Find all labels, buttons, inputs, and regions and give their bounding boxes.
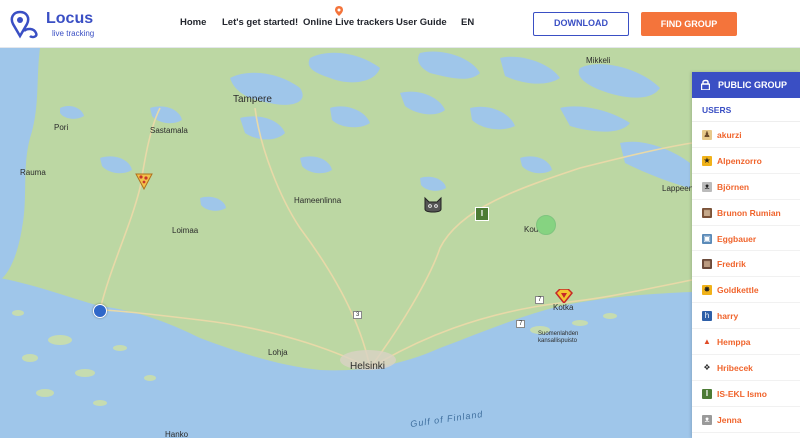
user-item[interactable]: ᴥ Björnen <box>692 174 800 200</box>
user-item[interactable]: ♟ akurzi <box>692 122 800 148</box>
superman-marker[interactable] <box>554 288 574 308</box>
person-icon: ♟ <box>702 130 712 140</box>
user-item[interactable]: ❖ Hribecek <box>692 355 800 381</box>
place-label: Hanko <box>165 430 189 438</box>
user-name: Brunon Rumian <box>717 207 781 218</box>
cat-icon: ᴥ <box>702 414 712 425</box>
user-item[interactable]: ▣ Eggbauer <box>692 226 800 252</box>
place-label: Sastamala <box>150 126 188 135</box>
photo-icon: ▦ <box>702 259 712 270</box>
pizza-icon <box>135 173 153 191</box>
nav-home[interactable]: Home <box>180 17 206 28</box>
download-button[interactable]: DOWNLOAD <box>533 12 629 36</box>
nav-get-started[interactable]: Let's get started! <box>222 17 298 28</box>
user-name: Jenna <box>717 414 742 425</box>
user-name: Eggbauer <box>717 233 757 244</box>
star-icon: ✸ <box>702 285 712 296</box>
user-name: Goldkettle <box>717 285 759 296</box>
mask-icon: ★ <box>702 155 712 166</box>
user-name: Hemppa <box>717 337 751 348</box>
find-group-button[interactable]: FIND GROUP <box>641 12 737 36</box>
letter-I-marker[interactable]: I <box>475 207 489 221</box>
badge-icon: h <box>702 311 712 322</box>
user-item[interactable]: h harry <box>692 303 800 330</box>
user-item[interactable]: I IS-EKL Ismo <box>692 381 800 407</box>
group-panel: PUBLIC GROUP USERS ♟ akurzi ★ Alpenzorro ᴥ… <box>692 72 800 438</box>
nav-online-live-trackers[interactable]: Online Live trackers <box>303 17 394 28</box>
tractor-icon: ▣ <box>702 233 712 244</box>
top-header: Locus live tracking Home Let's get start… <box>0 0 800 48</box>
logo-subtitle: live tracking <box>52 29 95 38</box>
user-item[interactable]: ▦ Fredrik <box>692 251 800 278</box>
map-view[interactable]: Tampere Pori Sastamala Rauma Hameenlinna… <box>0 48 800 438</box>
blue-dot-marker[interactable] <box>93 304 107 318</box>
user-name: akurzi <box>717 130 742 140</box>
user-list: ♟ akurzi ★ Alpenzorro ᴥ Björnen ▦ Brunon Rum… <box>692 122 800 433</box>
place-label: Lappeen <box>662 184 694 193</box>
user-name: harry <box>717 311 739 322</box>
panel-title: PUBLIC GROUP <box>718 80 788 90</box>
user-name: Björnen <box>717 181 750 192</box>
letter-I-icon: I <box>702 388 712 399</box>
nav-user-guide[interactable]: User Guide <box>396 17 447 28</box>
user-name: Hribecek <box>717 363 753 374</box>
bear-icon: ᴥ <box>702 181 712 192</box>
user-name: Alpenzorro <box>717 155 762 166</box>
route-shield: 7 <box>535 296 545 304</box>
route-shield: 7 <box>516 320 526 328</box>
user-item[interactable]: ★ Alpenzorro <box>692 148 800 174</box>
location-pin-icon <box>335 6 343 16</box>
place-label: Helsinki <box>350 361 386 372</box>
photo-icon: ▦ <box>702 207 712 218</box>
logo-title: Locus <box>46 10 94 27</box>
place-label: Hameenlinna <box>294 196 342 205</box>
lock-icon <box>701 79 710 90</box>
place-label: Tampere <box>233 94 272 105</box>
user-item[interactable]: ᴥ Jenna <box>692 407 800 433</box>
place-label: Lohja <box>268 348 288 357</box>
cat-icon <box>424 196 442 213</box>
user-name: IS-EKL Ismo <box>717 388 767 399</box>
user-item[interactable]: ✸ Goldkettle <box>692 277 800 304</box>
green-dot-marker[interactable] <box>536 215 556 235</box>
pizza-marker[interactable] <box>135 172 153 195</box>
user-name: Fredrik <box>717 259 746 270</box>
place-label: Pori <box>54 123 69 132</box>
user-item[interactable]: ▦ Brunon Rumian <box>692 200 800 226</box>
panel-header[interactable]: PUBLIC GROUP <box>692 72 800 98</box>
cat-marker[interactable] <box>423 195 443 218</box>
nav-language[interactable]: EN <box>461 17 474 28</box>
locus-logo[interactable]: Locus live tracking <box>8 8 118 40</box>
users-heading: USERS <box>692 98 800 122</box>
superman-icon <box>554 288 574 305</box>
location-heart-icon <box>10 10 38 39</box>
paw-icon: ❖ <box>702 363 712 374</box>
route-shield: 3 <box>353 311 363 319</box>
park-label: Suomenlahden kansallispuisto <box>538 331 579 344</box>
user-item[interactable]: ▲ Hemppa <box>692 329 800 356</box>
place-label: Mikkeli <box>586 56 611 65</box>
place-label: Rauma <box>20 168 46 177</box>
place-label: Loimaa <box>172 226 199 235</box>
fire-icon: ▲ <box>702 337 712 348</box>
map-background <box>0 48 800 438</box>
